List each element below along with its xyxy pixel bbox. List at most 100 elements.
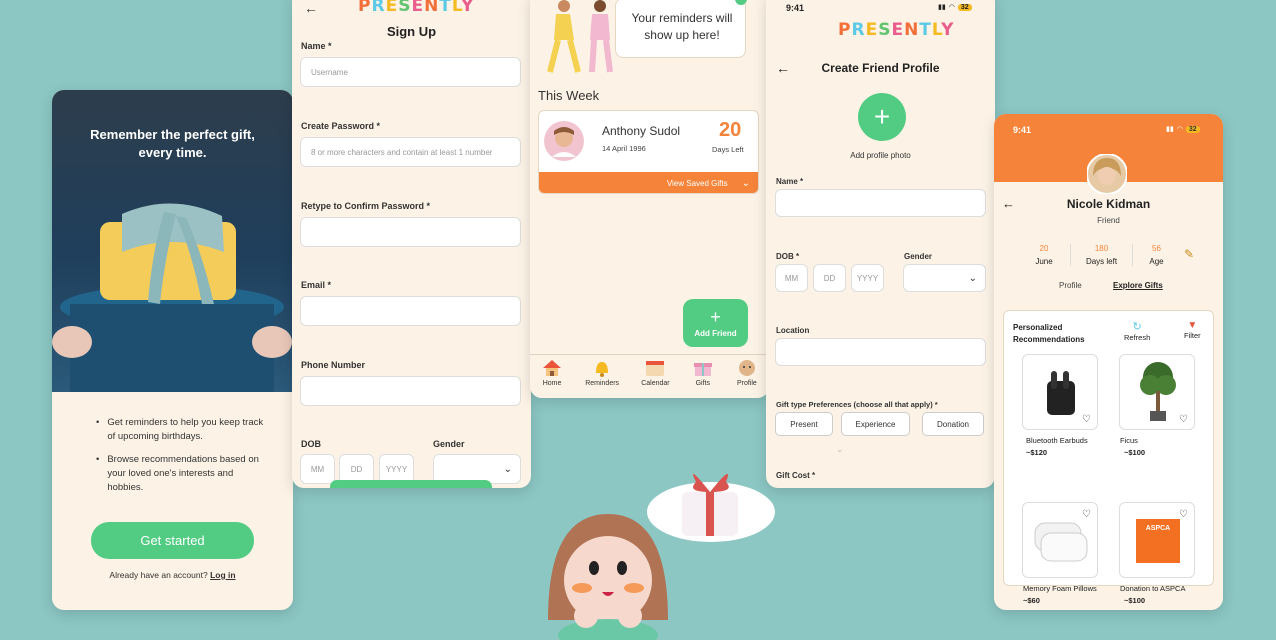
nav-home[interactable]: Home xyxy=(541,359,563,398)
stat-days-left: 180 Days left xyxy=(1077,244,1127,266)
friend-birthdate: 14 April 1996 xyxy=(602,144,646,153)
refresh-label: Refresh xyxy=(1124,333,1151,342)
gift-type-donation[interactable]: Donation xyxy=(922,412,984,436)
divider xyxy=(1132,244,1134,266)
bottom-nav: Home Reminders Calendar Gifts Profile xyxy=(530,354,769,398)
filter-label: Filter xyxy=(1184,331,1201,340)
pencil-icon[interactable]: ✎ xyxy=(1184,247,1194,261)
this-week-heading: This Week xyxy=(538,88,600,103)
login-link[interactable]: Log in xyxy=(210,570,236,580)
password-input[interactable]: 8 or more characters and contain at leas… xyxy=(300,137,521,167)
friend-name-label: Name * xyxy=(776,177,804,186)
login-prompt: Already have an account? Log in xyxy=(52,570,293,580)
bullet-dot: • xyxy=(96,417,100,428)
chevron-down-icon: ⌄ xyxy=(741,178,750,189)
presently-logo: PRESENTLY xyxy=(838,20,955,40)
add-friend-label: Add Friend xyxy=(694,328,737,338)
heart-icon[interactable]: ♡ xyxy=(1179,414,1188,425)
location-label: Location xyxy=(776,326,810,335)
stat-value: 56 xyxy=(1152,244,1161,253)
plus-icon: + xyxy=(710,306,721,327)
reminder-placeholder-text: Your reminders will show up here! xyxy=(631,11,733,42)
friend-dob-day[interactable]: DD xyxy=(813,264,846,292)
bullet-item: • Browse recommendations based on your l… xyxy=(96,453,266,495)
nav-calendar[interactable]: Calendar xyxy=(641,359,670,398)
hero-illustration: Remember the perfect gift, every time. xyxy=(52,90,293,392)
email-label: Email * xyxy=(301,280,332,290)
reminder-card[interactable]: Anthony Sudol 14 April 1996 20 Days Left… xyxy=(538,110,759,194)
refresh-button[interactable]: ↻ Refresh xyxy=(1124,320,1150,342)
tab-explore-gifts[interactable]: Explore Gifts xyxy=(1113,281,1163,290)
stat-label: Age xyxy=(1149,257,1164,266)
heart-icon[interactable]: ♡ xyxy=(1082,414,1091,425)
nav-profile[interactable]: Profile xyxy=(736,359,758,398)
bullet-item: • Get reminders to help you keep track o… xyxy=(96,416,266,444)
nav-gifts[interactable]: Gifts xyxy=(692,359,714,398)
days-left-label: Days Left xyxy=(712,145,744,154)
aspca-logo-text: ASPCA xyxy=(1145,525,1171,532)
chevron-down-icon: ⌄ xyxy=(503,463,512,475)
phone-label: Phone Number xyxy=(301,360,366,370)
showcase-canvas: Remember the perfect gift, every time. •… xyxy=(0,0,1276,640)
gift-card-earbuds[interactable]: ♡ xyxy=(1022,354,1098,430)
friend-avatar xyxy=(1087,154,1127,194)
status-time: 9:41 xyxy=(1013,125,1032,135)
profile-stats: 20 June 180 Days left 56 Age xyxy=(1024,244,1174,266)
account-prompt-text: Already have an account? xyxy=(109,570,208,580)
presently-logo: PRESENTLY xyxy=(358,0,475,16)
nav-gifts-label: Gifts xyxy=(695,380,710,387)
dob-label: DOB xyxy=(301,439,321,449)
days-left-count: 20 xyxy=(719,119,742,141)
friend-dob-month[interactable]: MM xyxy=(775,264,808,292)
stat-age: 56 Age xyxy=(1139,244,1174,266)
gift-card-ficus[interactable]: ♡ xyxy=(1119,354,1195,430)
stat-birthday: 20 June xyxy=(1024,244,1064,266)
dob-month-input[interactable]: MM xyxy=(300,454,335,484)
gift-type-present[interactable]: Present xyxy=(775,412,833,436)
add-photo-label: Add profile photo xyxy=(850,151,911,160)
back-arrow-icon[interactable]: ← xyxy=(304,0,318,16)
gift-price-aspca: ~$100 xyxy=(1124,596,1146,605)
username-input[interactable]: Username xyxy=(300,57,521,87)
gift-type-experience[interactable]: Experience xyxy=(841,412,910,436)
view-saved-gifts-label: View Saved Gifts xyxy=(666,179,728,188)
battery-badge: 32 xyxy=(1185,125,1200,133)
gift-card-aspca[interactable]: ASPCA ♡ xyxy=(1119,502,1195,578)
gift-card-pillows[interactable]: ♡ xyxy=(1022,502,1098,578)
stat-value: 20 xyxy=(1039,244,1049,253)
wifi-icon: ◠ xyxy=(1176,126,1183,133)
gift-cost-label: Gift Cost * xyxy=(776,471,816,480)
filter-button[interactable]: ▼ Filter xyxy=(1184,320,1201,340)
friend-gender-select[interactable]: ⌄ xyxy=(903,264,986,292)
tab-profile[interactable]: Profile xyxy=(1059,281,1082,290)
confirm-password-input[interactable] xyxy=(300,217,521,247)
status-icons: ▮▮ ◠ 32 xyxy=(1166,125,1200,133)
signup-screen: ← PRESENTLY Sign Up Name * Username Crea… xyxy=(292,0,531,488)
gift-icon xyxy=(693,363,712,376)
heart-icon[interactable]: ♡ xyxy=(1082,509,1091,520)
gift-name-pillows: Memory Foam Pillows xyxy=(1023,584,1097,593)
friend-dob-label: DOB * xyxy=(776,252,800,261)
friend-name: Anthony Sudol xyxy=(602,124,681,138)
stat-label: Days left xyxy=(1085,257,1118,266)
heart-icon[interactable]: ♡ xyxy=(1179,509,1188,520)
gift-name-earbuds: Bluetooth Earbuds xyxy=(1026,436,1088,445)
friend-profile-name: Nicole Kidman xyxy=(1066,197,1151,211)
status-time: 9:41 xyxy=(786,3,805,13)
phone-input[interactable] xyxy=(300,376,521,406)
email-input[interactable] xyxy=(300,296,521,326)
nav-reminders[interactable]: Reminders xyxy=(585,359,619,398)
view-saved-gifts-bar[interactable]: View Saved Gifts ⌄ xyxy=(539,172,758,193)
nav-profile-label: Profile xyxy=(736,380,757,387)
signal-icon: ▮▮ xyxy=(938,4,946,11)
bullet-dot: • xyxy=(96,454,100,465)
add-photo-button[interactable]: + xyxy=(858,93,906,141)
location-input[interactable] xyxy=(775,338,986,366)
wifi-icon: ◠ xyxy=(948,4,955,11)
welcome-screen: Remember the perfect gift, every time. •… xyxy=(52,90,293,610)
add-friend-button[interactable]: + Add Friend xyxy=(683,299,748,347)
signup-submit-button-partial[interactable] xyxy=(330,480,492,488)
get-started-button[interactable]: Get started xyxy=(91,522,254,559)
friend-name-input[interactable] xyxy=(775,189,986,217)
friend-dob-year[interactable]: YYYY xyxy=(851,264,884,292)
